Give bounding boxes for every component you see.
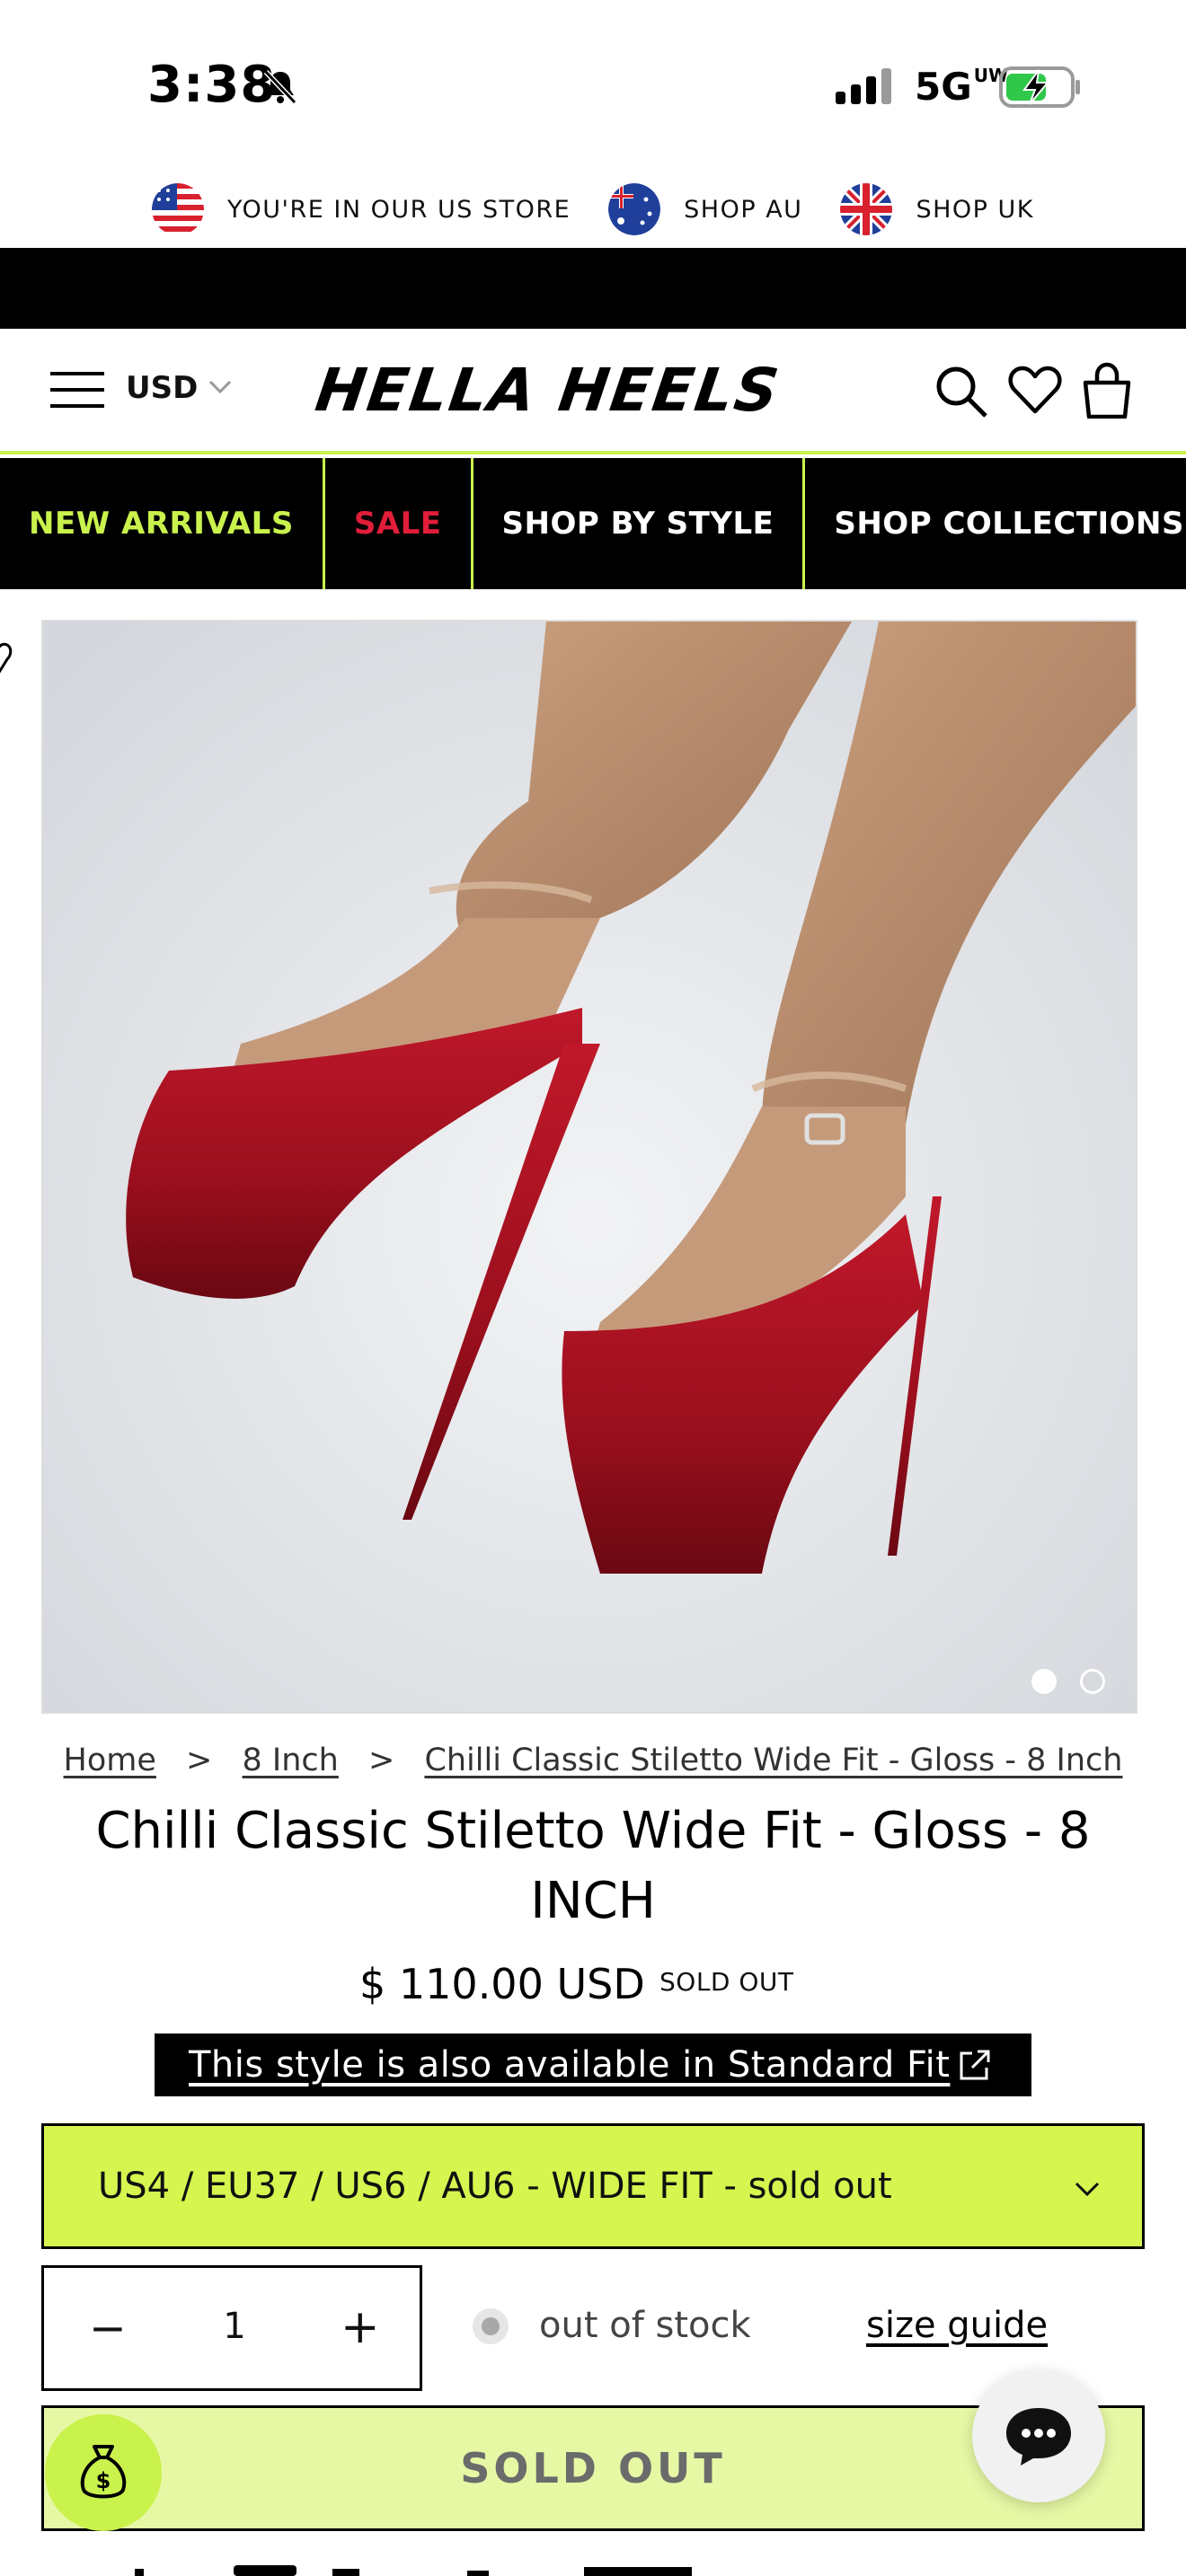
sold-out-badge: SOLD OUT [659, 1967, 794, 1997]
au-flag-icon [608, 183, 661, 235]
payment-icon [332, 2569, 359, 2576]
size-guide-link[interactable]: size guide [866, 2305, 1048, 2346]
standard-fit-link-label: This style is also available in Standard… [189, 2044, 951, 2086]
wishlist-heart-icon[interactable] [1008, 365, 1062, 415]
battery-charging-icon [999, 66, 1080, 108]
product-image[interactable] [41, 620, 1137, 1714]
store-uk-label: SHOP UK [916, 195, 1034, 224]
chat-bubble-icon [1006, 2408, 1071, 2466]
nav-shop-by-style[interactable]: SHOP BY STYLE [474, 458, 806, 589]
store-us[interactable]: YOU'RE IN OUR US STORE [152, 183, 571, 235]
site-logo[interactable]: HELLA HEELS [312, 356, 784, 425]
chevron-down-icon[interactable] [208, 379, 232, 395]
shopping-bag-icon[interactable] [1080, 361, 1134, 419]
breadcrumb-separator: > [367, 1742, 395, 1778]
nav-new-arrivals[interactable]: NEW ARRIVALS [0, 458, 325, 589]
breadcrumb-8-inch[interactable]: 8 Inch [243, 1742, 339, 1778]
nav-sale[interactable]: SALE [325, 458, 474, 589]
svg-text:$: $ [96, 2468, 111, 2493]
nav-shop-collections[interactable]: SHOP COLLECTIONS [805, 458, 1186, 589]
quantity-stepper: 1 − + [41, 2265, 422, 2391]
status-bar: 3:38 5G UW [0, 0, 1186, 171]
chat-button[interactable] [972, 2369, 1105, 2502]
store-au-label: SHOP AU [684, 195, 803, 224]
product-title: Chilli Classic Stiletto Wide Fit - Gloss… [95, 1802, 1091, 1930]
announcement-bar [0, 248, 1186, 329]
currency-selector[interactable]: USD [126, 370, 198, 406]
size-variant-select[interactable]: US4 / EU37 / US6 / AU6 - WIDE FIT - sold… [41, 2123, 1145, 2249]
hamburger-menu-icon[interactable] [50, 370, 104, 410]
external-link-icon [960, 2050, 990, 2080]
signal-icon [836, 68, 891, 104]
payment-icon [467, 2571, 489, 2576]
store-uk[interactable]: SHOP UK [840, 183, 1034, 235]
breadcrumb-home[interactable]: Home [64, 1742, 156, 1778]
payment-icons-row [135, 2565, 692, 2576]
product-photo [43, 622, 1136, 1712]
main-nav: NEW ARRIVALS SALE SHOP BY STYLE SHOP COL… [0, 458, 1186, 589]
quantity-increase-button[interactable]: + [341, 2300, 380, 2354]
store-switcher: YOU'RE IN OUR US STORE SHOP AU SHOP UK [0, 171, 1186, 248]
breadcrumb-current[interactable]: Chilli Classic Stiletto Wide Fit - Gloss… [424, 1742, 1122, 1778]
breadcrumb: Home > 8 Inch > Chilli Classic Stiletto … [0, 1742, 1186, 1778]
stock-status: out of stock [539, 2305, 751, 2346]
wishlist-side-icon[interactable] [0, 641, 16, 677]
network-label: 5G UW [915, 65, 1009, 109]
bell-muted-icon [263, 69, 297, 105]
chevron-down-icon [1075, 2182, 1100, 2197]
store-us-label: YOU'RE IN OUR US STORE [227, 195, 571, 224]
quantity-decrease-button[interactable]: − [89, 2302, 127, 2354]
uk-flag-icon [840, 183, 893, 235]
stock-status-icon [473, 2308, 509, 2344]
gallery-dot-2[interactable] [1080, 1669, 1105, 1694]
product-price: $ 110.00 USD [359, 1960, 645, 2008]
gallery-dot-1[interactable] [1031, 1669, 1057, 1694]
site-header: USD HELLA HEELS [0, 329, 1186, 454]
payment-icon [234, 2565, 296, 2576]
standard-fit-link[interactable]: This style is also available in Standard… [155, 2033, 1031, 2096]
payment-icon [135, 2569, 144, 2576]
store-au[interactable]: SHOP AU [608, 183, 802, 235]
search-icon[interactable] [934, 365, 988, 419]
sold-out-button-label: SOLD OUT [460, 2444, 726, 2492]
us-flag-icon [152, 183, 204, 235]
size-variant-value: US4 / EU37 / US6 / AU6 - WIDE FIT - sold… [98, 2166, 892, 2207]
money-bag-icon: $ [80, 2445, 127, 2499]
payment-icon [584, 2567, 692, 2576]
rewards-button[interactable]: $ [45, 2414, 162, 2531]
breadcrumb-separator: > [186, 1742, 213, 1778]
status-time: 3:38 [147, 56, 277, 114]
